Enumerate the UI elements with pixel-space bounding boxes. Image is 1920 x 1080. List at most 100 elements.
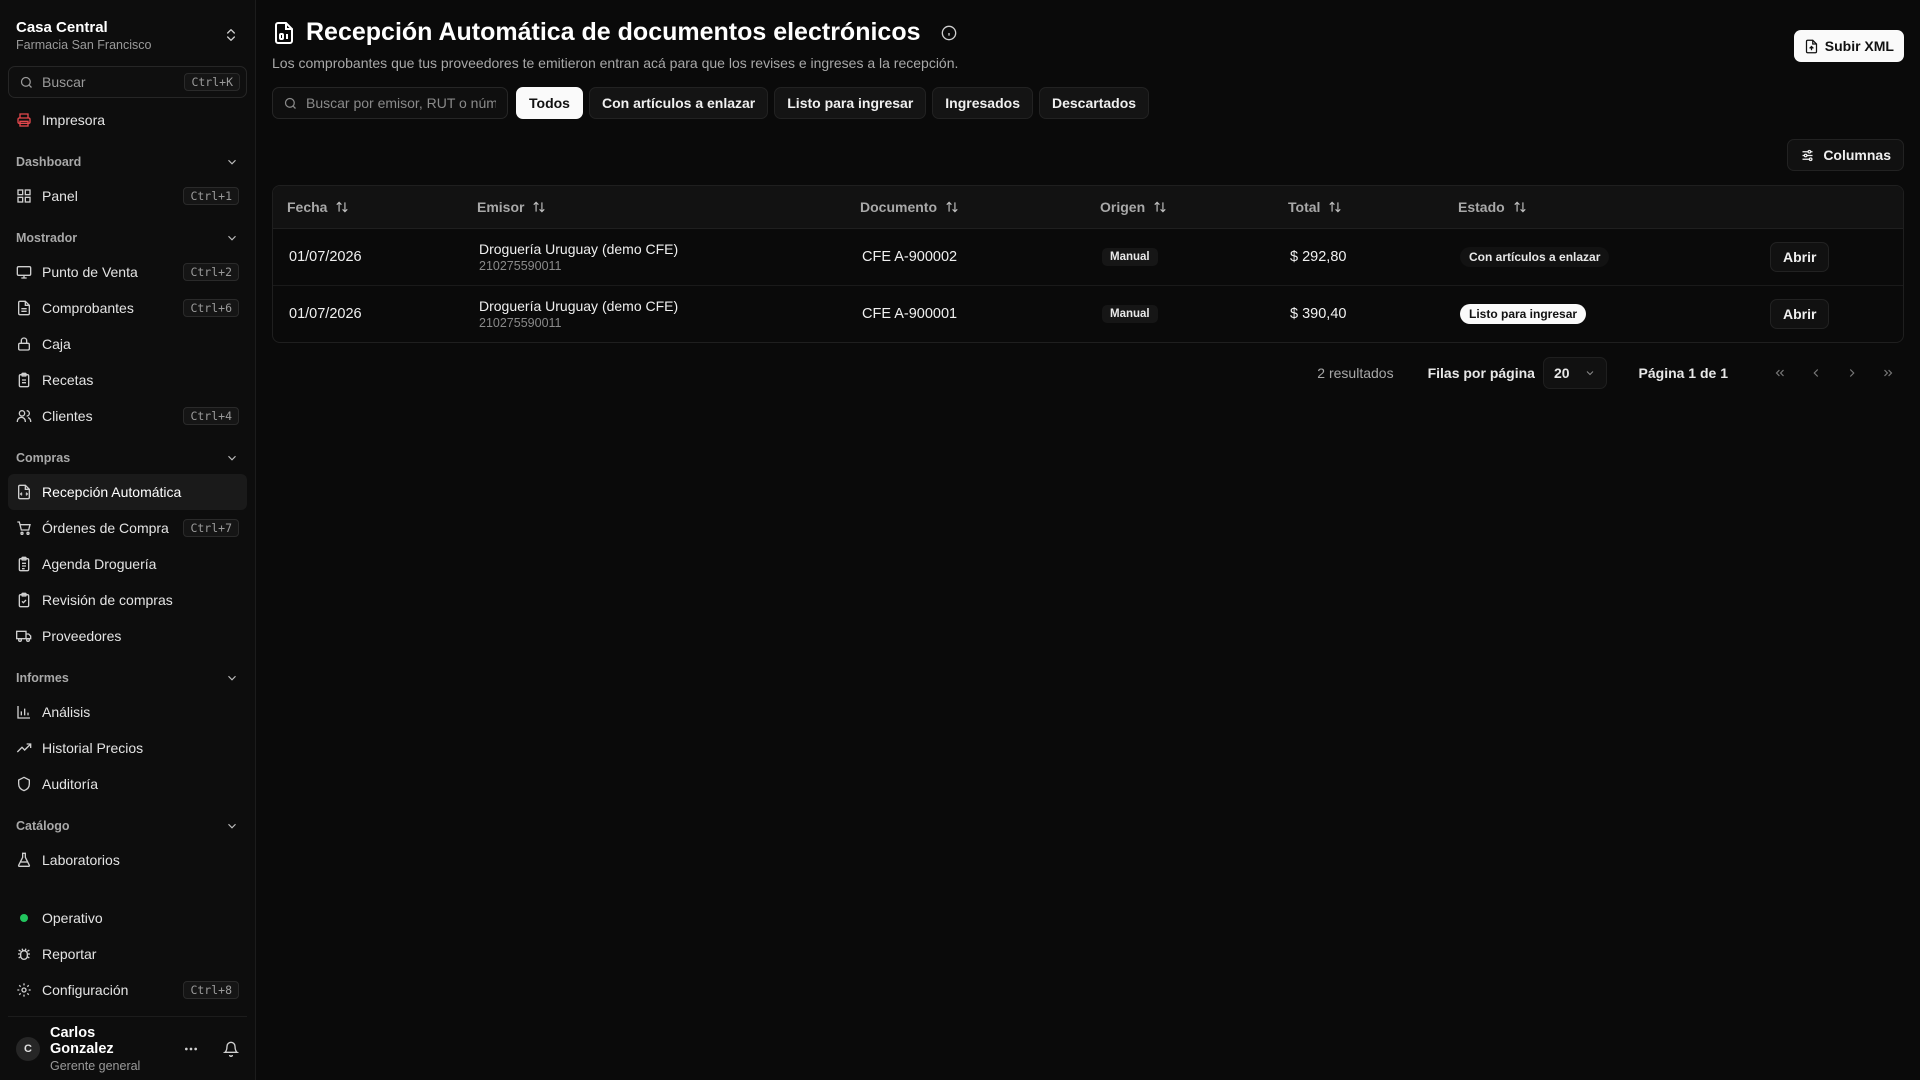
sort-icon	[1154, 201, 1166, 213]
sidebar-item-comprobantes[interactable]: Comprobantes Ctrl+6	[8, 290, 247, 326]
chevrons-right-icon	[1884, 369, 1893, 377]
shortcut-badge: Ctrl+1	[183, 187, 239, 205]
column-header-label: Origen	[1100, 198, 1146, 215]
cell-actions: Abrir	[1754, 285, 1903, 342]
section-dashboard[interactable]: Dashboard	[8, 146, 247, 178]
tab-con-articulos[interactable]: Con artículos a enlazar	[588, 87, 769, 119]
section-title: Compras	[16, 451, 71, 465]
sidebar-item-proveedores[interactable]: Proveedores	[8, 618, 247, 654]
column-header-documento[interactable]: Documento	[846, 186, 1086, 229]
page-header: Recepción Automática de documentos elect…	[272, 18, 1904, 71]
more-horizontal-icon[interactable]	[183, 1041, 199, 1057]
column-header-fecha[interactable]: Fecha	[273, 186, 463, 229]
tab-descartados[interactable]: Descartados	[1039, 87, 1150, 119]
sidebar-item-label: Comprobantes	[42, 300, 134, 316]
sidebar-item-label: Agenda Droguería	[42, 556, 157, 572]
tab-listo-para-ingresar[interactable]: Listo para ingresar	[774, 87, 927, 119]
info-icon[interactable]	[941, 25, 957, 41]
sidebar-item-recetas[interactable]: Recetas	[8, 362, 247, 398]
cell-fecha: 01/07/2026	[289, 248, 362, 265]
sidebar-item-clientes[interactable]: Clientes Ctrl+4	[8, 398, 247, 434]
rows-per-page-label: Filas por página	[1427, 365, 1535, 381]
table-row[interactable]: 01/07/2026 Droguería Uruguay (demo CFE) …	[273, 285, 1903, 342]
section-compras[interactable]: Compras	[8, 442, 247, 474]
trending-up-icon	[16, 743, 32, 753]
file-code-icon	[18, 484, 30, 500]
cell-total: $ 292,80	[1290, 248, 1347, 265]
sidebar-item-label: Clientes	[42, 408, 93, 424]
sidebar-item-caja[interactable]: Caja	[8, 326, 247, 362]
column-header-label: Fecha	[287, 198, 328, 215]
section-mostrador[interactable]: Mostrador	[8, 222, 247, 254]
sidebar-item-printer[interactable]: Impresora	[8, 102, 247, 138]
cell-emisor: Droguería Uruguay (demo CFE) 21027559001…	[463, 285, 846, 342]
sidebar-item-ordenes[interactable]: Órdenes de Compra Ctrl+7	[8, 510, 247, 546]
emisor-rut: 210275590011	[479, 315, 562, 330]
last-page-button[interactable]	[1872, 357, 1904, 389]
sidebar-item-configuracion[interactable]: Configuración Ctrl+8	[8, 972, 247, 1008]
cell-origen: Manual	[1086, 228, 1274, 285]
section-catalogo[interactable]: Catálogo	[8, 810, 247, 842]
sort-icon	[336, 201, 349, 213]
columns-button[interactable]: Columnas	[1787, 139, 1904, 171]
column-header-origen[interactable]: Origen	[1086, 186, 1274, 229]
tab-todos[interactable]: Todos	[516, 87, 583, 119]
sidebar-item-historial[interactable]: Historial Precios	[8, 730, 247, 766]
first-page-button[interactable]	[1764, 357, 1796, 389]
table-row[interactable]: 01/07/2026 Droguería Uruguay (demo CFE) …	[273, 228, 1903, 285]
emisor-name: Droguería Uruguay (demo CFE)	[479, 297, 679, 314]
sidebar-item-label: Auditoría	[42, 776, 99, 792]
rows-per-page-select[interactable]: 20	[1542, 357, 1607, 389]
shortcut-badge: Ctrl+2	[183, 263, 239, 281]
sidebar-item-label: Historial Precios	[42, 740, 144, 756]
search-placeholder: Buscar	[42, 74, 86, 90]
users-icon	[16, 410, 32, 422]
user-menu[interactable]: C Carlos Gonzalez Gerente general	[8, 1016, 247, 1080]
sidebar-item-analisis[interactable]: Análisis	[8, 694, 247, 730]
sliders-icon	[1802, 149, 1813, 161]
sidebar-item-label: Impresora	[42, 112, 106, 128]
sidebar-item-reportar[interactable]: Reportar	[8, 936, 247, 972]
sidebar-item-pos[interactable]: Punto de Venta Ctrl+2	[8, 254, 247, 290]
tab-ingresados[interactable]: Ingresados	[932, 87, 1033, 119]
grid-icon	[17, 189, 31, 203]
sidebar-item-label: Recetas	[42, 372, 94, 388]
sidebar-item-auditoria[interactable]: Auditoría	[8, 766, 247, 802]
next-page-button[interactable]	[1836, 357, 1868, 389]
origin-badge: Manual	[1102, 247, 1158, 266]
section-informes[interactable]: Informes	[8, 662, 247, 694]
chevron-down-icon	[228, 675, 236, 681]
column-header-total[interactable]: Total	[1274, 186, 1444, 229]
documents-table: Fecha Emisor Documento Origen Total Esta…	[272, 185, 1904, 343]
sidebar-item-panel[interactable]: Panel Ctrl+1	[8, 178, 247, 214]
column-header-emisor[interactable]: Emisor	[463, 186, 846, 229]
sidebar-item-label: Configuración	[42, 982, 129, 998]
section-title: Dashboard	[16, 155, 82, 169]
sidebar-search[interactable]: Buscar Ctrl+K	[8, 66, 247, 98]
chevron-down-icon	[228, 455, 236, 461]
section-title: Mostrador	[16, 231, 78, 245]
document-search[interactable]	[272, 87, 508, 119]
status-operativo[interactable]: Operativo	[8, 900, 247, 936]
sidebar-item-laboratorios[interactable]: Laboratorios	[8, 842, 247, 878]
open-button[interactable]: Abrir	[1770, 241, 1830, 272]
prev-page-button[interactable]	[1800, 357, 1832, 389]
cell-fecha: 01/07/2026	[289, 305, 362, 322]
open-button[interactable]: Abrir	[1770, 298, 1830, 329]
sidebar-item-revision[interactable]: Revisión de compras	[8, 582, 247, 618]
user-name: Carlos Gonzalez	[50, 1024, 114, 1057]
upload-xml-button[interactable]: Subir XML	[1793, 30, 1904, 62]
pagination: 2 resultados Filas por página 20 Página …	[272, 357, 1904, 389]
sidebar-item-label: Órdenes de Compra	[42, 520, 169, 536]
org-switcher[interactable]: Casa Central Farmacia San Francisco	[8, 0, 247, 62]
bell-icon[interactable]	[223, 1041, 239, 1057]
document-search-input[interactable]	[306, 95, 496, 111]
column-header-estado[interactable]: Estado	[1444, 186, 1754, 229]
sidebar-item-label: Panel	[42, 188, 78, 204]
emisor-name: Droguería Uruguay (demo CFE)	[479, 240, 679, 257]
sidebar-item-agenda[interactable]: Agenda Droguería	[8, 546, 247, 582]
sidebar: Casa Central Farmacia San Francisco Busc…	[0, 0, 256, 1080]
emisor-rut: 210275590011	[479, 258, 562, 273]
status-badge: Con artículos a enlazar	[1460, 246, 1610, 267]
sidebar-item-recepcion[interactable]: Recepción Automática	[8, 474, 247, 510]
